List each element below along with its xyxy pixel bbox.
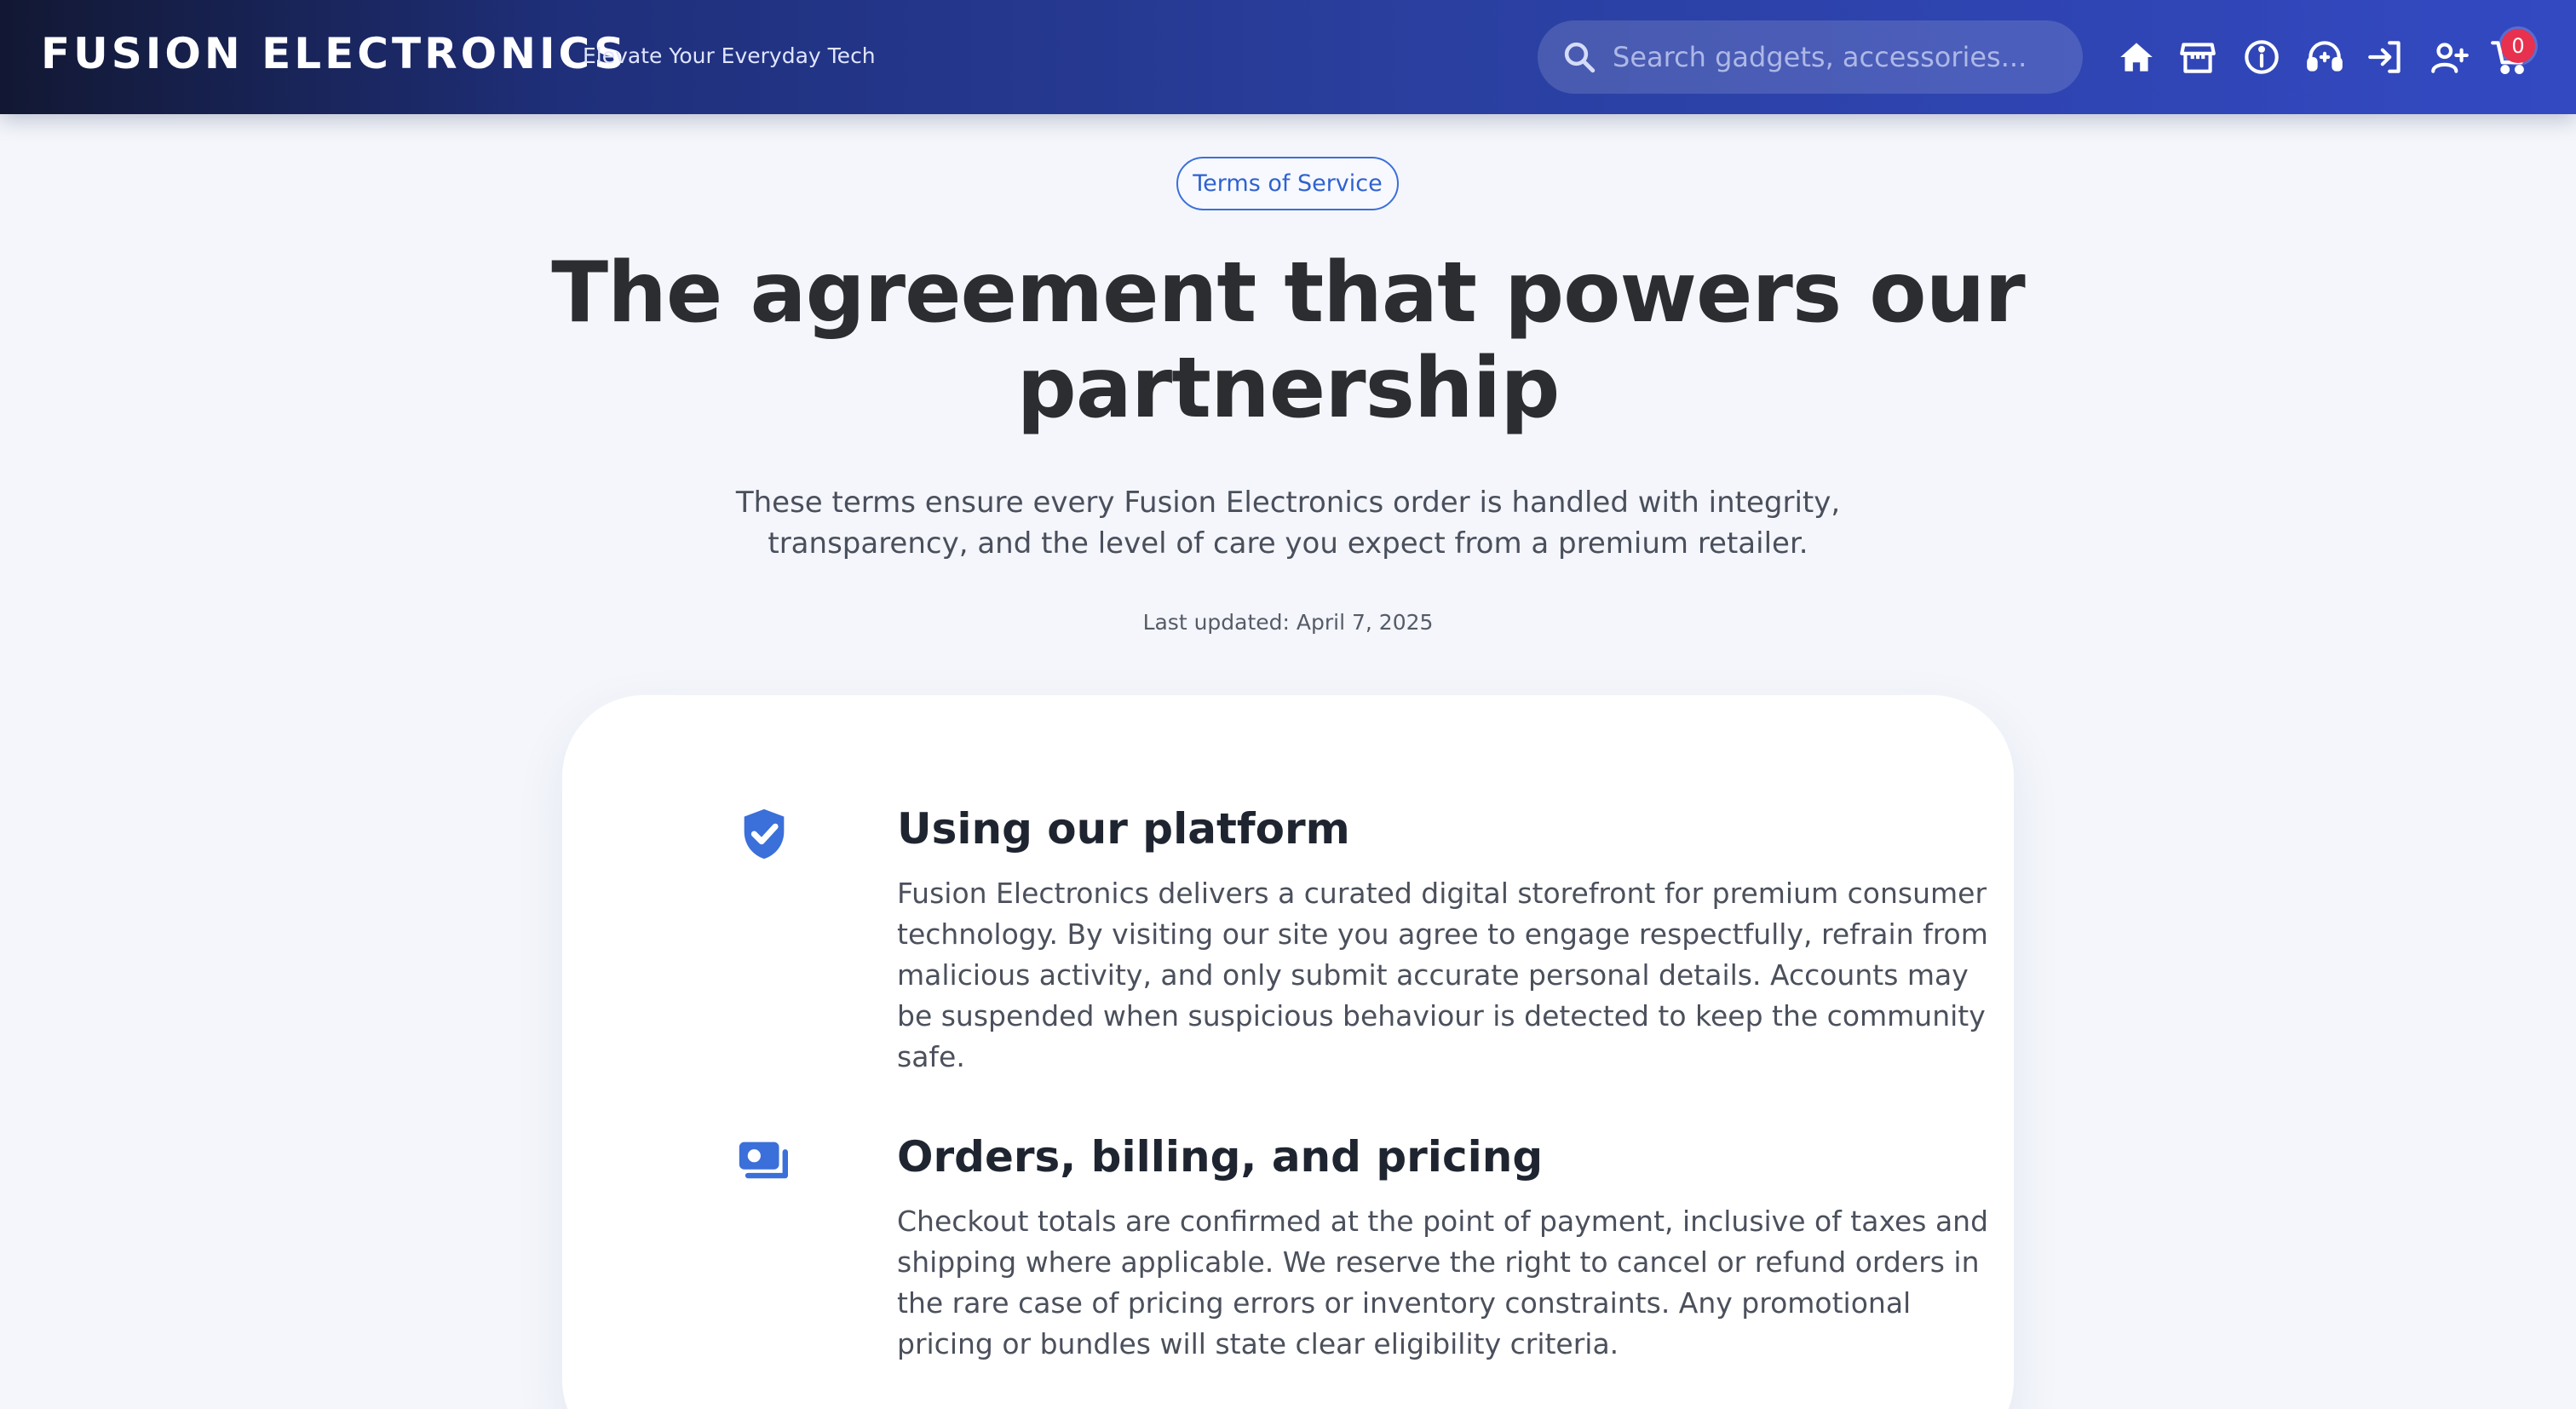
section-title: Using our platform	[897, 804, 1350, 854]
shield-check-icon	[744, 808, 785, 860]
section-title: Orders, billing, and pricing	[897, 1132, 1544, 1182]
brand-tagline: Elevate Your Everyday Tech	[583, 43, 876, 68]
page-subtitle: These terms ensure every Fusion Electron…	[735, 486, 1841, 561]
search-input[interactable]	[1613, 20, 2064, 94]
search-icon	[1564, 42, 1596, 73]
last-updated-date: Last updated: April 7, 2025	[1142, 610, 1434, 635]
section-body: Fusion Electronics delivers a curated di…	[897, 877, 1988, 1073]
brand-logo[interactable]: FUSION ELECTRONICS	[41, 29, 628, 78]
info-icon[interactable]	[2240, 36, 2283, 78]
money-bills-icon	[739, 1142, 788, 1179]
support-icon[interactable]	[2303, 36, 2346, 78]
home-icon[interactable]	[2115, 36, 2158, 78]
store-icon[interactable]	[2176, 36, 2219, 78]
page-title: The agreement that powers our partnershi…	[551, 244, 2025, 437]
section-pill-label: Terms of Service	[1176, 157, 1399, 210]
register-icon[interactable]	[2428, 36, 2470, 78]
cart-count-badge: 0	[2501, 29, 2535, 63]
search-bar[interactable]	[1538, 20, 2083, 94]
section-body: Checkout totals are confirmed at the poi…	[897, 1205, 1989, 1360]
top-navigation-bar: FUSION ELECTRONICS Elevate Your Everyday…	[0, 0, 2576, 114]
login-icon[interactable]	[2365, 36, 2407, 78]
